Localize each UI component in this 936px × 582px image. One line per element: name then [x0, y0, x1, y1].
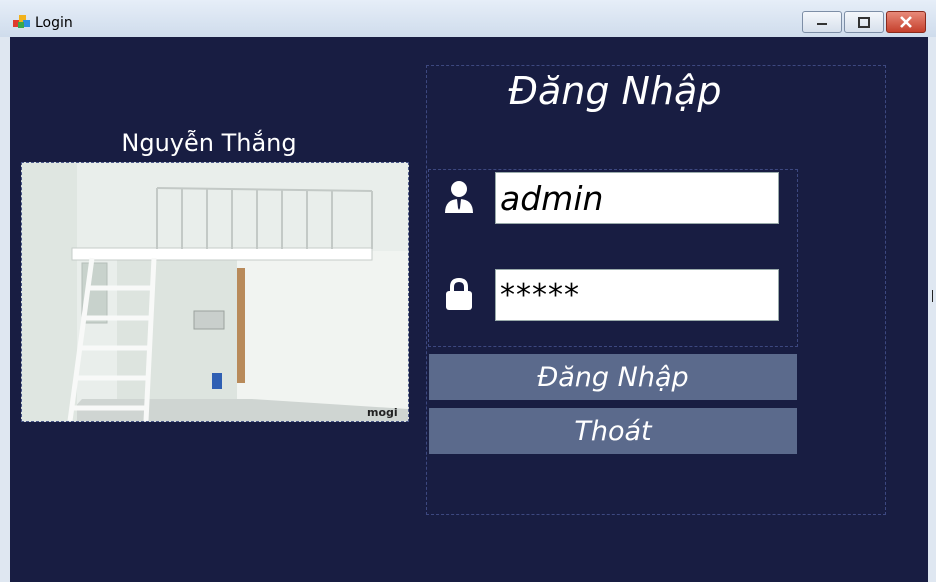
close-icon — [900, 16, 912, 28]
login-title: Đăng Nhập — [508, 69, 722, 113]
title-bar[interactable]: Login — [0, 0, 936, 37]
window-title: Login — [35, 15, 73, 31]
room-photo: mogi — [21, 162, 409, 422]
minimize-button[interactable] — [802, 11, 842, 33]
close-button[interactable] — [886, 11, 926, 33]
maximize-button[interactable] — [844, 11, 884, 33]
maximize-icon — [858, 16, 870, 28]
lock-icon — [446, 277, 472, 310]
owner-name-label: Nguyễn Thắng — [121, 129, 297, 157]
password-input[interactable]: ***** — [495, 269, 779, 321]
minimize-icon — [817, 23, 827, 25]
user-icon — [445, 181, 473, 213]
exit-button[interactable]: Thoát — [429, 408, 797, 454]
username-input[interactable]: admin — [495, 172, 779, 224]
login-button[interactable]: Đăng Nhập — [429, 354, 797, 400]
room-photo-image: mogi — [22, 163, 408, 421]
photo-watermark: mogi — [367, 406, 398, 419]
form-client-area: Nguyễn Thắng mogi Đăng Nhập admin ***** … — [10, 37, 928, 582]
window-edge-marker — [932, 290, 933, 302]
app-icon — [13, 15, 30, 28]
